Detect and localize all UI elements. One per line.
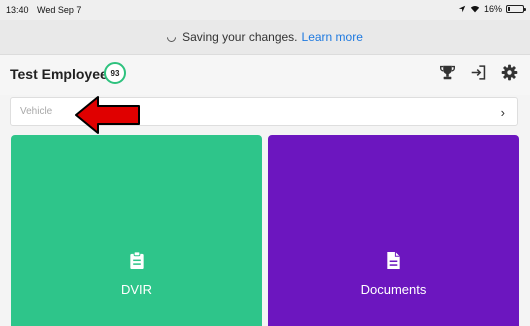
status-date: Wed Sep 7	[37, 5, 82, 15]
dvir-tile[interactable]: DVIR	[11, 135, 262, 326]
gear-icon[interactable]	[501, 64, 518, 81]
document-icon	[387, 251, 400, 270]
saving-message: Saving your changes.	[182, 30, 298, 44]
clipboard-icon	[129, 251, 144, 270]
location-icon	[458, 5, 466, 13]
chevron-right-icon: ›	[500, 105, 505, 120]
vehicle-placeholder: Vehicle	[20, 106, 53, 117]
documents-label: Documents	[360, 282, 427, 297]
trophy-icon[interactable]	[439, 64, 456, 81]
battery-icon	[506, 5, 526, 13]
battery-percent: 16%	[483, 4, 502, 14]
score-badge[interactable]: 93	[104, 62, 126, 84]
learn-more-link[interactable]: Learn more	[302, 30, 363, 44]
status-time: 13:40	[6, 5, 29, 15]
sign-in-icon[interactable]	[470, 64, 487, 81]
header: Test Employee 93	[0, 55, 530, 95]
status-bar: 13:40 Wed Sep 7 16%	[0, 0, 530, 20]
annotation-arrow	[75, 96, 140, 134]
wifi-icon	[470, 5, 480, 13]
dvir-label: DVIR	[120, 282, 153, 297]
saving-banner: Saving your changes. Learn more	[0, 20, 530, 55]
documents-tile[interactable]: Documents	[268, 135, 519, 326]
employee-name: Test Employee	[10, 66, 108, 82]
loading-spinner-icon	[165, 30, 178, 44]
